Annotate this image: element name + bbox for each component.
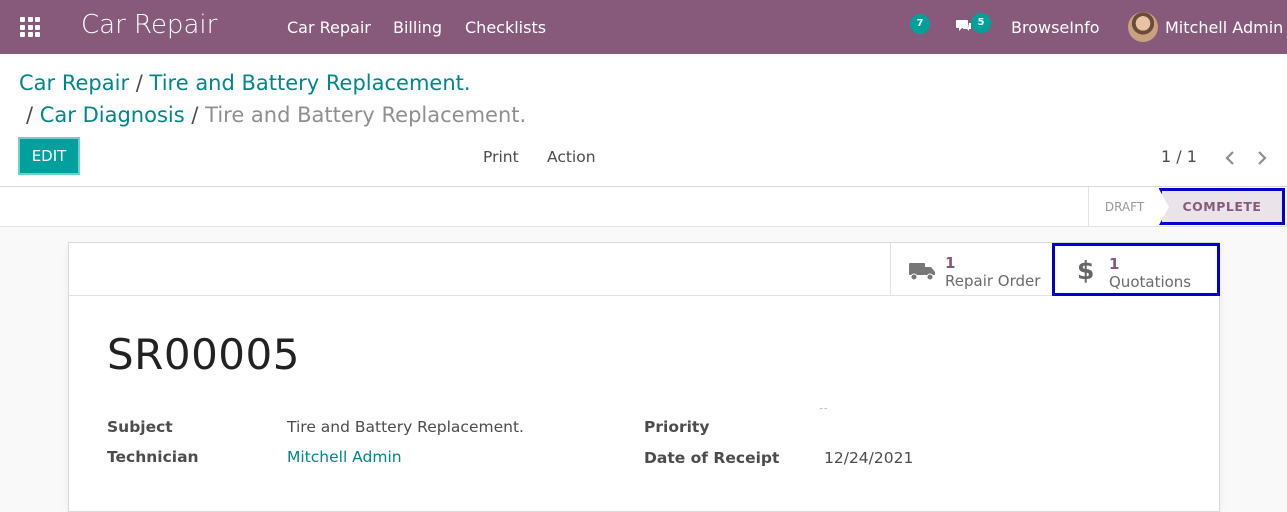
priority-widget[interactable]: ˘˘	[819, 408, 828, 418]
breadcrumb-separator: /	[26, 103, 34, 127]
status-draft[interactable]: DRAFT	[1088, 187, 1160, 227]
apps-grid-icon[interactable]	[20, 17, 40, 37]
menu-billing[interactable]: Billing	[393, 18, 442, 37]
breadcrumb-tire-battery[interactable]: Tire and Battery Replacement.	[150, 71, 471, 95]
edit-button[interactable]: EDIT	[18, 137, 80, 175]
messages-badge[interactable]: 5	[971, 13, 991, 33]
quotations-button[interactable]: $ 1 Quotations	[1052, 243, 1220, 296]
breadcrumb: Car Repair / Tire and Battery Replacemen…	[19, 71, 471, 95]
action-button[interactable]: Action	[547, 148, 596, 166]
user-menu[interactable]: Mitchell Admin	[1165, 18, 1283, 37]
app-title: Car Repair	[81, 10, 218, 40]
repair-order-button[interactable]: 1 Repair Order	[890, 243, 1053, 296]
record-name: SR00005	[107, 330, 300, 379]
date-receipt-value: 12/24/2021	[824, 449, 914, 467]
menu-car-repair[interactable]: Car Repair	[287, 18, 371, 37]
breadcrumb-line2: / Car Diagnosis / Tire and Battery Repla…	[26, 103, 526, 127]
activity-badge[interactable]: 7	[910, 14, 930, 34]
quotations-count: 1	[1109, 255, 1120, 273]
date-receipt-label: Date of Receipt	[644, 449, 780, 467]
chat-icon[interactable]	[956, 19, 972, 33]
user-avatar[interactable]	[1128, 12, 1158, 42]
breadcrumb-car-repair[interactable]: Car Repair	[19, 71, 129, 95]
menu-checklists[interactable]: Checklists	[465, 18, 546, 37]
dollar-icon: $	[1077, 256, 1095, 285]
subject-label: Subject	[107, 418, 173, 436]
breadcrumb-current: Tire and Battery Replacement.	[205, 103, 527, 127]
smart-button-box: 1 Repair Order $ 1 Quotations	[69, 243, 1220, 296]
status-arrow	[1159, 189, 1169, 225]
chevron-left-icon[interactable]	[1224, 150, 1236, 166]
top-navbar: Car Repair Car Repair Billing Checklists…	[0, 0, 1287, 54]
truck-icon	[909, 263, 935, 281]
technician-label: Technician	[107, 448, 199, 466]
subject-value: Tire and Battery Replacement.	[287, 418, 524, 436]
control-panel: Car Repair / Tire and Battery Replacemen…	[0, 54, 1287, 187]
chevron-right-icon[interactable]	[1256, 150, 1268, 166]
quotations-label: Quotations	[1109, 273, 1192, 291]
priority-label: Priority	[644, 418, 710, 436]
print-button[interactable]: Print	[483, 148, 519, 166]
breadcrumb-separator: /	[135, 71, 143, 95]
form-sheet: 1 Repair Order $ 1 Quotations SR00005 Su…	[68, 242, 1220, 512]
repair-order-count: 1	[945, 254, 956, 272]
pager-value[interactable]: 1 / 1	[1161, 147, 1197, 166]
breadcrumb-separator: /	[191, 103, 199, 127]
breadcrumb-car-diagnosis[interactable]: Car Diagnosis	[40, 103, 185, 127]
repair-order-label: Repair Order	[945, 272, 1041, 290]
status-bar: DRAFT COMPLETE	[0, 187, 1287, 227]
company-switcher[interactable]: BrowseInfo	[1011, 18, 1100, 37]
status-complete[interactable]: COMPLETE	[1159, 188, 1285, 225]
technician-value[interactable]: Mitchell Admin	[287, 448, 402, 466]
